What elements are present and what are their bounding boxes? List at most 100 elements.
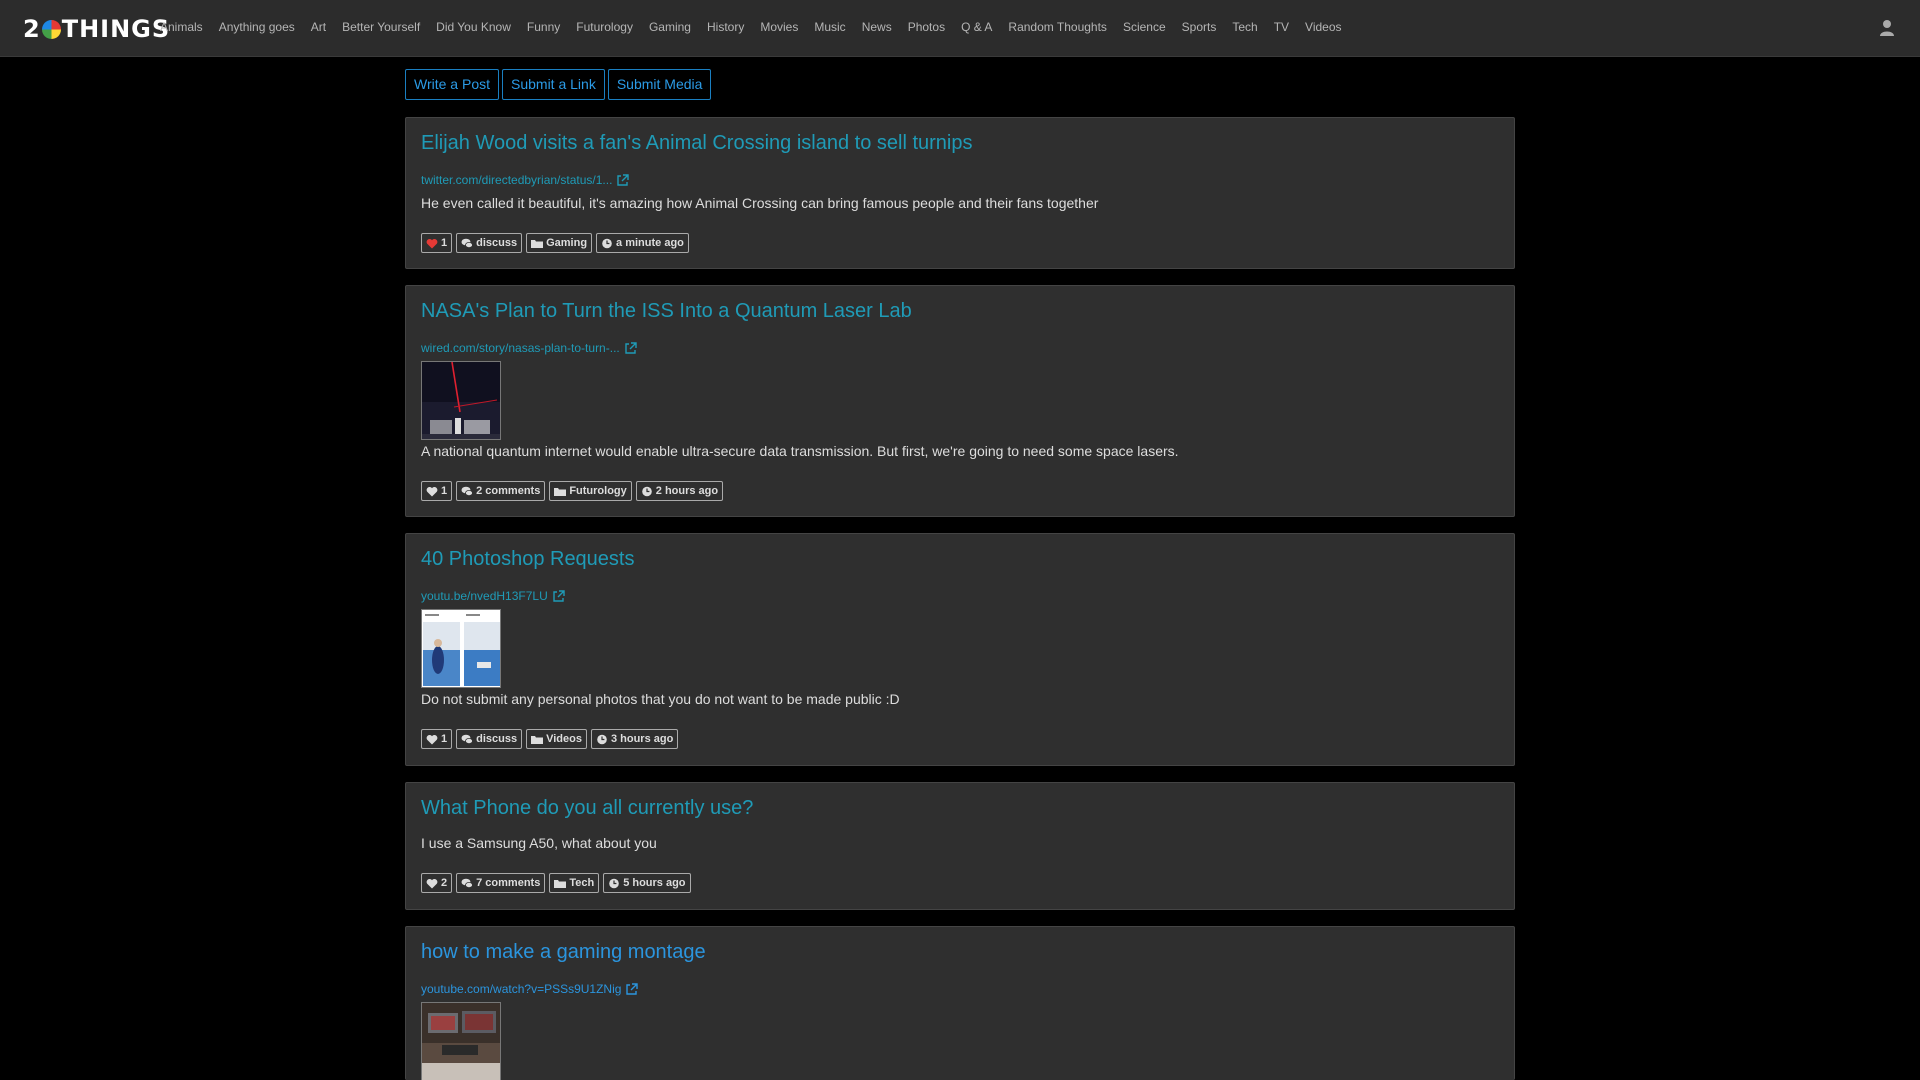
category-label: Futurology bbox=[569, 485, 627, 497]
nav-item-history[interactable]: History bbox=[707, 18, 744, 36]
post-title[interactable]: What Phone do you all currently use? bbox=[421, 797, 753, 820]
nav-item-science[interactable]: Science bbox=[1123, 18, 1166, 36]
nav-item-random-thoughts[interactable]: Random Thoughts bbox=[1008, 18, 1107, 36]
nav-item-videos[interactable]: Videos bbox=[1305, 18, 1341, 36]
clock-icon bbox=[597, 734, 607, 744]
submit-link-button[interactable]: Submit a Link bbox=[502, 69, 605, 100]
category-badge[interactable]: Gaming bbox=[526, 233, 593, 253]
category-label: Gaming bbox=[546, 237, 588, 249]
post-title[interactable]: NASA's Plan to Turn the ISS Into a Quant… bbox=[421, 300, 912, 323]
comments-icon bbox=[461, 238, 474, 248]
clock-icon bbox=[602, 238, 612, 248]
nav-item-tv[interactable]: TV bbox=[1274, 18, 1289, 36]
submit-media-button[interactable]: Submit Media bbox=[607, 69, 712, 100]
nav-item-anything-goes[interactable]: Anything goes bbox=[219, 18, 295, 36]
post-meta: 1 discuss Videos 3 hours ago bbox=[421, 729, 682, 749]
timestamp-label: 2 hours ago bbox=[655, 485, 719, 497]
comments-label: 7 comments bbox=[476, 877, 541, 889]
external-link-icon bbox=[553, 589, 565, 602]
like-count: 1 bbox=[441, 733, 448, 745]
logo-text-word: THINGS bbox=[61, 15, 171, 43]
nav-item-tech[interactable]: Tech bbox=[1232, 18, 1257, 36]
timestamp-badge: a minute ago bbox=[596, 233, 689, 253]
nav-item-sports[interactable]: Sports bbox=[1182, 18, 1217, 36]
folder-icon bbox=[554, 487, 567, 496]
timestamp-label: 3 hours ago bbox=[610, 733, 674, 745]
write-post-button[interactable]: Write a Post bbox=[405, 69, 499, 100]
post-source-link[interactable]: youtube.com/watch?v=PSSs9U1ZNig bbox=[421, 982, 639, 996]
nav-item-music[interactable]: Music bbox=[814, 18, 845, 36]
category-label: Tech bbox=[569, 877, 595, 889]
comments-button[interactable]: discuss bbox=[456, 729, 523, 749]
like-button[interactable]: 1 bbox=[421, 233, 453, 253]
nav-item-movies[interactable]: Movies bbox=[760, 18, 798, 36]
post-card: NASA's Plan to Turn the ISS Into a Quant… bbox=[405, 285, 1515, 517]
post-meta: 1 2 comments Futurology 2 hours ago bbox=[421, 481, 727, 501]
comments-label: discuss bbox=[476, 237, 518, 249]
nav-item-photos[interactable]: Photos bbox=[908, 18, 945, 36]
folder-icon bbox=[531, 735, 544, 744]
like-button[interactable]: 1 bbox=[421, 481, 453, 501]
post-description: Do not submit any personal photos that y… bbox=[421, 691, 900, 707]
post-link-text: wired.com/story/nasas-plan-to-turn-... bbox=[421, 341, 620, 355]
post-source-link[interactable]: youtu.be/nvedH13F7LU bbox=[421, 589, 565, 603]
post-thumbnail[interactable] bbox=[421, 1002, 501, 1080]
nav-item-better-yourself[interactable]: Better Yourself bbox=[342, 18, 420, 36]
logo-text-number: 2 bbox=[23, 15, 41, 43]
nav-item-gaming[interactable]: Gaming bbox=[649, 18, 691, 36]
post-thumbnail[interactable] bbox=[421, 361, 501, 440]
post-title[interactable]: how to make a gaming montage bbox=[421, 941, 706, 964]
submit-button-group: Write a Post Submit a Link Submit Media bbox=[405, 69, 714, 100]
nav-item-news[interactable]: News bbox=[862, 18, 892, 36]
post-card: 40 Photoshop Requests youtu.be/nvedH13F7… bbox=[405, 533, 1515, 766]
post-title[interactable]: 40 Photoshop Requests bbox=[421, 548, 635, 571]
post-title[interactable]: Elijah Wood visits a fan's Animal Crossi… bbox=[421, 132, 972, 155]
post-source-link[interactable]: twitter.com/directedbyrian/status/1... bbox=[421, 173, 630, 187]
category-nav: Animals Anything goes Art Better Yoursel… bbox=[160, 18, 1358, 36]
category-badge[interactable]: Tech bbox=[549, 873, 600, 893]
post-meta: 2 7 comments Tech 5 hours ago bbox=[421, 873, 695, 893]
heart-icon bbox=[426, 734, 438, 744]
logo-color-wheel-icon bbox=[41, 19, 61, 39]
comments-label: 2 comments bbox=[476, 485, 541, 497]
post-description: I use a Samsung A50, what about you bbox=[421, 835, 657, 851]
folder-icon bbox=[554, 879, 567, 888]
comments-button[interactable]: discuss bbox=[456, 233, 523, 253]
comments-label: discuss bbox=[476, 733, 518, 745]
site-logo[interactable]: 2 THINGS bbox=[23, 14, 170, 44]
post-link-text: youtu.be/nvedH13F7LU bbox=[421, 589, 548, 603]
category-badge[interactable]: Videos bbox=[526, 729, 587, 749]
top-navbar: 2 THINGS Animals Anything goes Art Bette… bbox=[0, 0, 1920, 57]
heart-icon bbox=[426, 486, 438, 496]
like-count: 1 bbox=[441, 485, 448, 497]
external-link-icon bbox=[617, 173, 630, 186]
external-link-icon bbox=[625, 341, 637, 354]
post-card: Elijah Wood visits a fan's Animal Crossi… bbox=[405, 117, 1515, 269]
nav-item-animals[interactable]: Animals bbox=[160, 18, 203, 36]
user-account-icon[interactable] bbox=[1879, 19, 1895, 37]
post-thumbnail[interactable] bbox=[421, 609, 501, 688]
post-description: He even called it beautiful, it's amazin… bbox=[421, 195, 1099, 211]
timestamp-label: 5 hours ago bbox=[623, 877, 686, 889]
like-count: 2 bbox=[441, 877, 448, 889]
post-link-text: youtube.com/watch?v=PSSs9U1ZNig bbox=[421, 982, 622, 996]
nav-item-art[interactable]: Art bbox=[311, 18, 326, 36]
like-button[interactable]: 2 bbox=[421, 873, 453, 893]
nav-item-futurology[interactable]: Futurology bbox=[576, 18, 633, 36]
comments-button[interactable]: 2 comments bbox=[456, 481, 546, 501]
post-source-link[interactable]: wired.com/story/nasas-plan-to-turn-... bbox=[421, 341, 637, 355]
nav-item-funny[interactable]: Funny bbox=[527, 18, 560, 36]
comments-icon bbox=[461, 486, 474, 496]
timestamp-badge: 3 hours ago bbox=[590, 729, 679, 749]
nav-item-q-and-a[interactable]: Q & A bbox=[961, 18, 992, 36]
timestamp-badge: 5 hours ago bbox=[603, 873, 691, 893]
comments-button[interactable]: 7 comments bbox=[456, 873, 546, 893]
like-button[interactable]: 1 bbox=[421, 729, 453, 749]
category-badge[interactable]: Futurology bbox=[549, 481, 632, 501]
timestamp-label: a minute ago bbox=[616, 237, 684, 249]
nav-item-did-you-know[interactable]: Did You Know bbox=[436, 18, 511, 36]
comments-icon bbox=[461, 734, 474, 744]
post-card: how to make a gaming montage youtube.com… bbox=[405, 926, 1515, 1080]
post-card: What Phone do you all currently use? I u… bbox=[405, 782, 1515, 910]
post-description: A national quantum internet would enable… bbox=[421, 443, 1179, 459]
